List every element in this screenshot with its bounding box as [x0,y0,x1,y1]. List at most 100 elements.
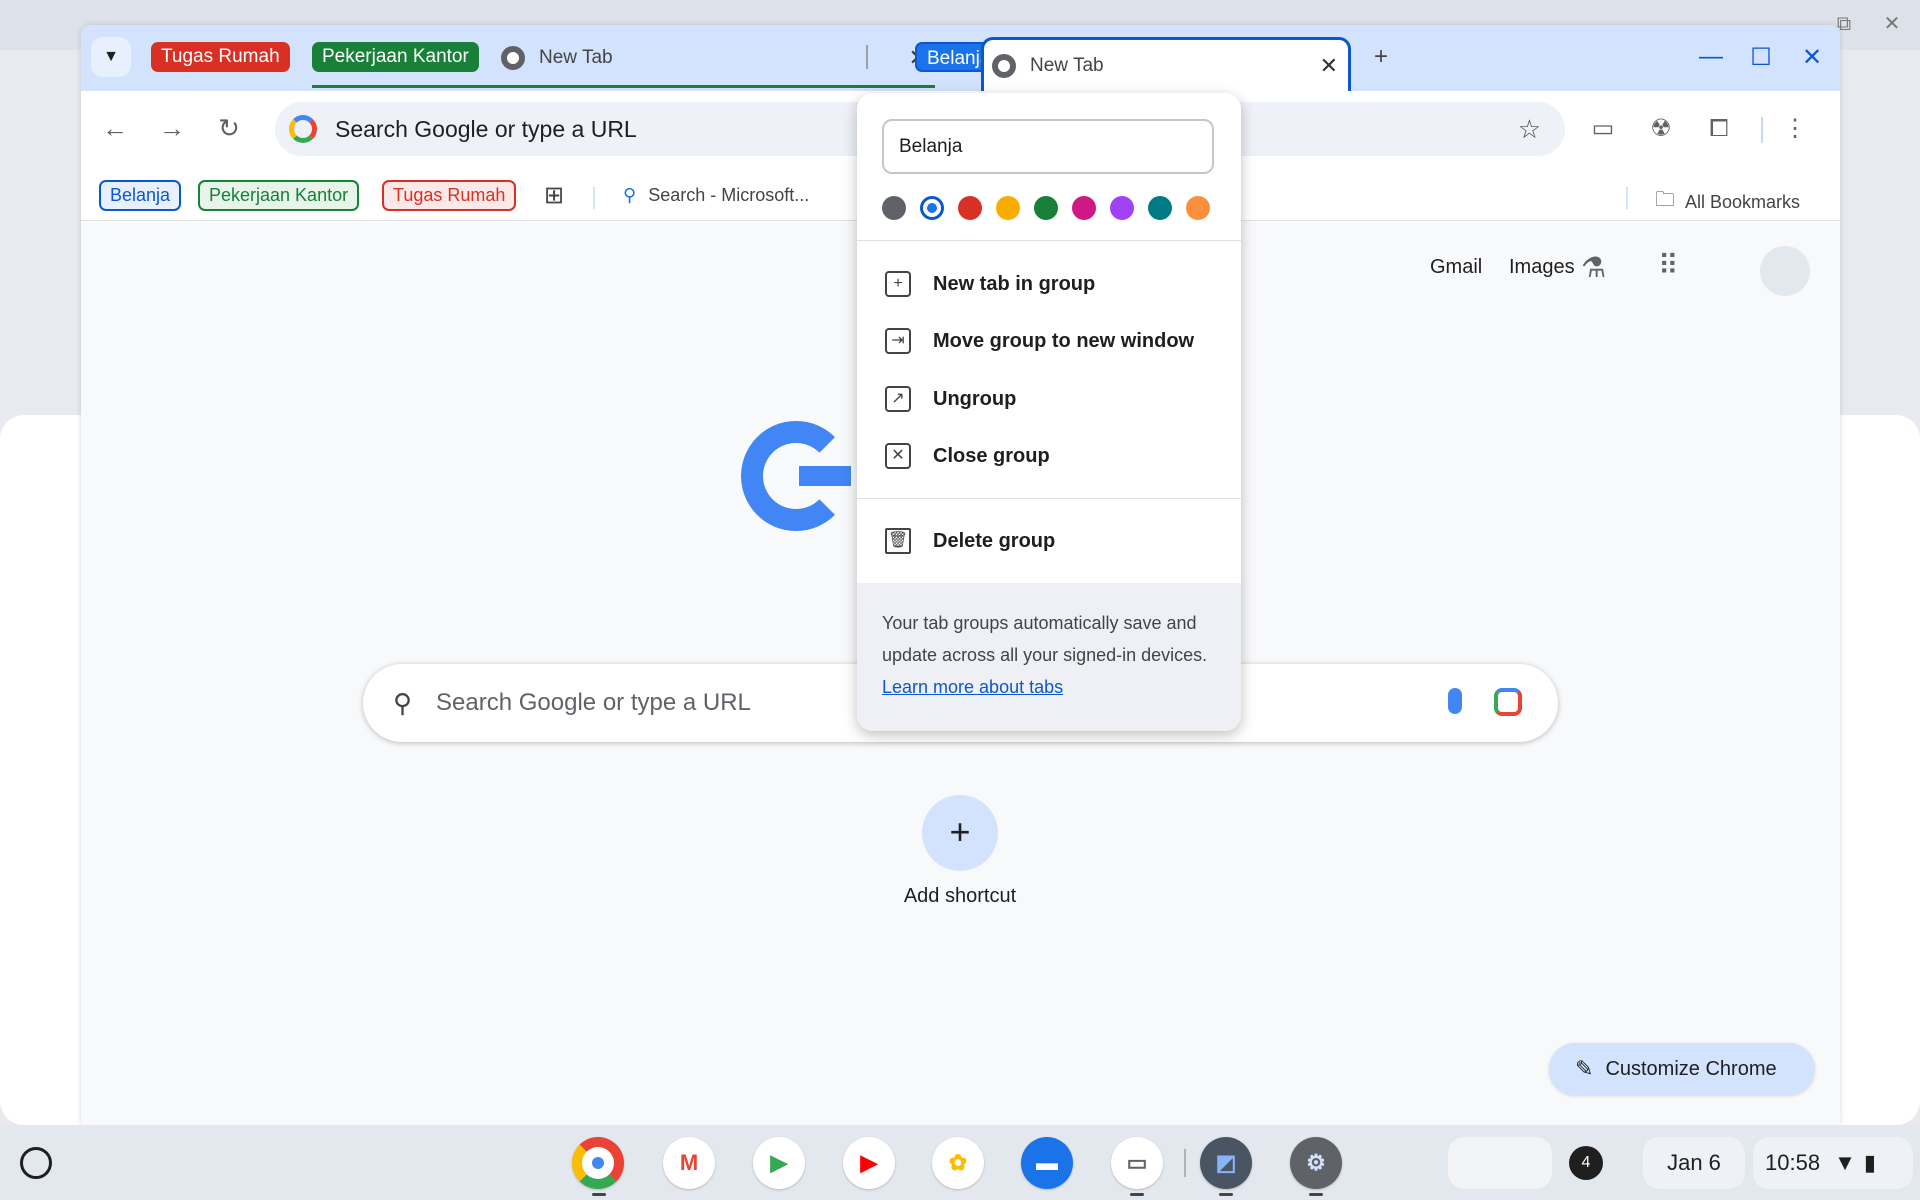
omnibox-placeholder: Search Google or type a URL [335,115,637,142]
status-tray[interactable]: 10:58 ▼ ▮ [1753,1137,1913,1189]
clock-time: 10:58 [1765,1150,1821,1175]
screencast-icon[interactable]: ▭ [1111,1137,1163,1189]
search-placeholder: Search Google or type a URL [436,689,751,716]
close-window-icon[interactable]: ✕ [1797,43,1827,72]
color-swatch-grey[interactable] [882,196,906,220]
images-link[interactable]: Images [1509,256,1575,279]
tab-new-tab-active[interactable]: New Tab ✕ [981,37,1351,91]
chrome-icon [501,46,525,70]
ungroup-icon: ↗ [885,386,911,412]
files-icon[interactable]: ▬ [1021,1137,1073,1189]
shelf-divider [1184,1149,1186,1177]
shelf: M ▶ ▶ ✿ ▬ ▭ ◩ ⚙ 4 Jan 6 10:58 ▼ ▮ [0,1125,1920,1200]
microphone-icon[interactable] [1448,688,1462,714]
running-indicator [1309,1193,1323,1196]
battery-icon: ▮ [1863,1150,1876,1175]
menu-item-delete-group[interactable]: 🗑 Delete group [857,515,1241,567]
tab-group-chip-pekerjaan-kantor[interactable]: Pekerjaan Kantor [312,42,479,72]
tab-group-footer: Your tab groups automatically save and u… [857,583,1241,731]
bookmark-search-microsoft[interactable]: ⚲ Search - Microsoft... [623,185,809,206]
bookmark-group-belanja[interactable]: Belanja [99,180,182,211]
tab-title: New Tab [539,47,613,68]
chrome-app-icon[interactable] [572,1137,624,1189]
running-indicator [1219,1193,1233,1196]
play-store-icon[interactable]: ▶ [753,1137,805,1189]
menu-item-close-group[interactable]: ✕ Close group [857,430,1241,482]
add-shortcut-label: Add shortcut [903,885,1017,907]
tab-search-button[interactable]: ▼ [91,37,131,77]
color-swatch-blue-selected[interactable] [920,196,944,220]
wifi-icon: ▼ [1834,1150,1856,1175]
plus-icon: + [949,811,971,852]
google-logo-bar [799,466,851,486]
menu-item-label: Ungroup [933,387,1017,410]
holding-space-thumbnails[interactable] [1448,1137,1552,1189]
bookmark-star-icon[interactable]: ☆ [1518,114,1541,145]
forward-arrow-icon[interactable]: → [154,113,190,144]
desktop-close-icon[interactable]: ✕ [1880,12,1904,36]
customize-chrome-button[interactable]: ✎ Customize Chrome [1549,1043,1815,1095]
google-apps-icon[interactable]: ⠿ [1658,249,1679,282]
minimize-icon[interactable]: — [1696,43,1726,71]
new-tab-plus-icon[interactable]: + [1366,43,1396,71]
extensions-puzzle-icon[interactable]: ⧠ [1705,115,1733,143]
color-swatch-pink[interactable] [1072,196,1096,220]
tab-title: New Tab [1030,54,1104,76]
trash-icon: 🗑 [885,528,911,554]
gmail-link[interactable]: Gmail [1430,256,1482,279]
menu-item-new-tab-in-group[interactable]: + New tab in group [857,258,1241,310]
cast-icon[interactable]: ▭ [1589,115,1617,143]
bookmark-group-tugas-rumah[interactable]: Tugas Rumah [382,180,517,211]
avatar[interactable] [1760,246,1810,296]
back-arrow-icon[interactable]: ← [97,113,133,144]
tab-strip: ▼ Tugas Rumah Pekerjaan Kantor New Tab ✕… [81,25,1840,91]
color-swatch-red[interactable] [958,196,982,220]
gallery-icon[interactable]: ◩ [1200,1137,1252,1189]
move-window-icon: ⇥ [885,328,911,354]
close-tab-icon[interactable]: ✕ [1320,53,1338,79]
launcher-icon[interactable] [20,1147,52,1179]
chrome-icon [992,53,1016,78]
color-swatch-purple[interactable] [1110,196,1134,220]
menu-separator [857,498,1241,499]
gmail-app-icon[interactable]: M [663,1137,715,1189]
maximize-icon[interactable]: ☐ [1746,43,1776,72]
tab-group-editor: + New tab in group ⇥ Move group to new w… [857,93,1241,731]
date-tray[interactable]: Jan 6 [1643,1137,1745,1189]
labs-flask-icon[interactable]: ⚗ [1581,251,1606,284]
color-swatch-orange[interactable] [1186,196,1210,220]
search-icon: ⚲ [623,185,637,205]
tab-new-tab-1[interactable]: New Tab ✕ [493,37,937,79]
folder-icon: 🗀 [1655,189,1675,211]
all-bookmarks-button[interactable]: 🗀 All Bookmarks [1655,185,1800,219]
tab-divider [866,45,868,69]
tab-group-chip-tugas-rumah[interactable]: Tugas Rumah [151,42,290,72]
more-menu-icon[interactable]: ⋮ [1781,115,1809,143]
apps-grid-icon[interactable]: ⊞ [544,181,564,210]
color-swatch-green[interactable] [1034,196,1058,220]
search-icon: ⚲ [393,687,413,718]
all-bookmarks-label: All Bookmarks [1685,191,1801,212]
youtube-icon[interactable]: ▶ [843,1137,895,1189]
notification-count-badge[interactable]: 4 [1569,1146,1603,1180]
settings-gear-icon[interactable]: ⚙ [1290,1137,1342,1189]
bookmark-divider-right [1626,187,1628,209]
group-name-input[interactable] [882,119,1214,174]
running-indicator [592,1193,606,1196]
google-lens-icon[interactable] [1494,688,1522,716]
menu-item-move-group[interactable]: ⇥ Move group to new window [857,315,1241,367]
bookmark-label: Search - Microsoft... [648,185,810,205]
bookmark-group-pekerjaan-kantor[interactable]: Pekerjaan Kantor [198,180,360,211]
chevron-down-icon: ▼ [103,48,119,65]
reload-icon[interactable]: ↻ [211,113,247,144]
color-swatch-yellow[interactable] [996,196,1020,220]
color-swatch-cyan[interactable] [1148,196,1172,220]
learn-more-link[interactable]: Learn more about tabs [882,677,1063,697]
extension-app-icon[interactable]: ☢ [1647,115,1675,143]
menu-item-label: Move group to new window [933,329,1195,352]
group-underline-green [312,85,935,88]
photos-icon[interactable]: ✿ [932,1137,984,1189]
customize-label: Customize Chrome [1605,1057,1777,1080]
menu-item-ungroup[interactable]: ↗ Ungroup [857,373,1241,425]
add-shortcut-button[interactable]: + [922,795,998,871]
